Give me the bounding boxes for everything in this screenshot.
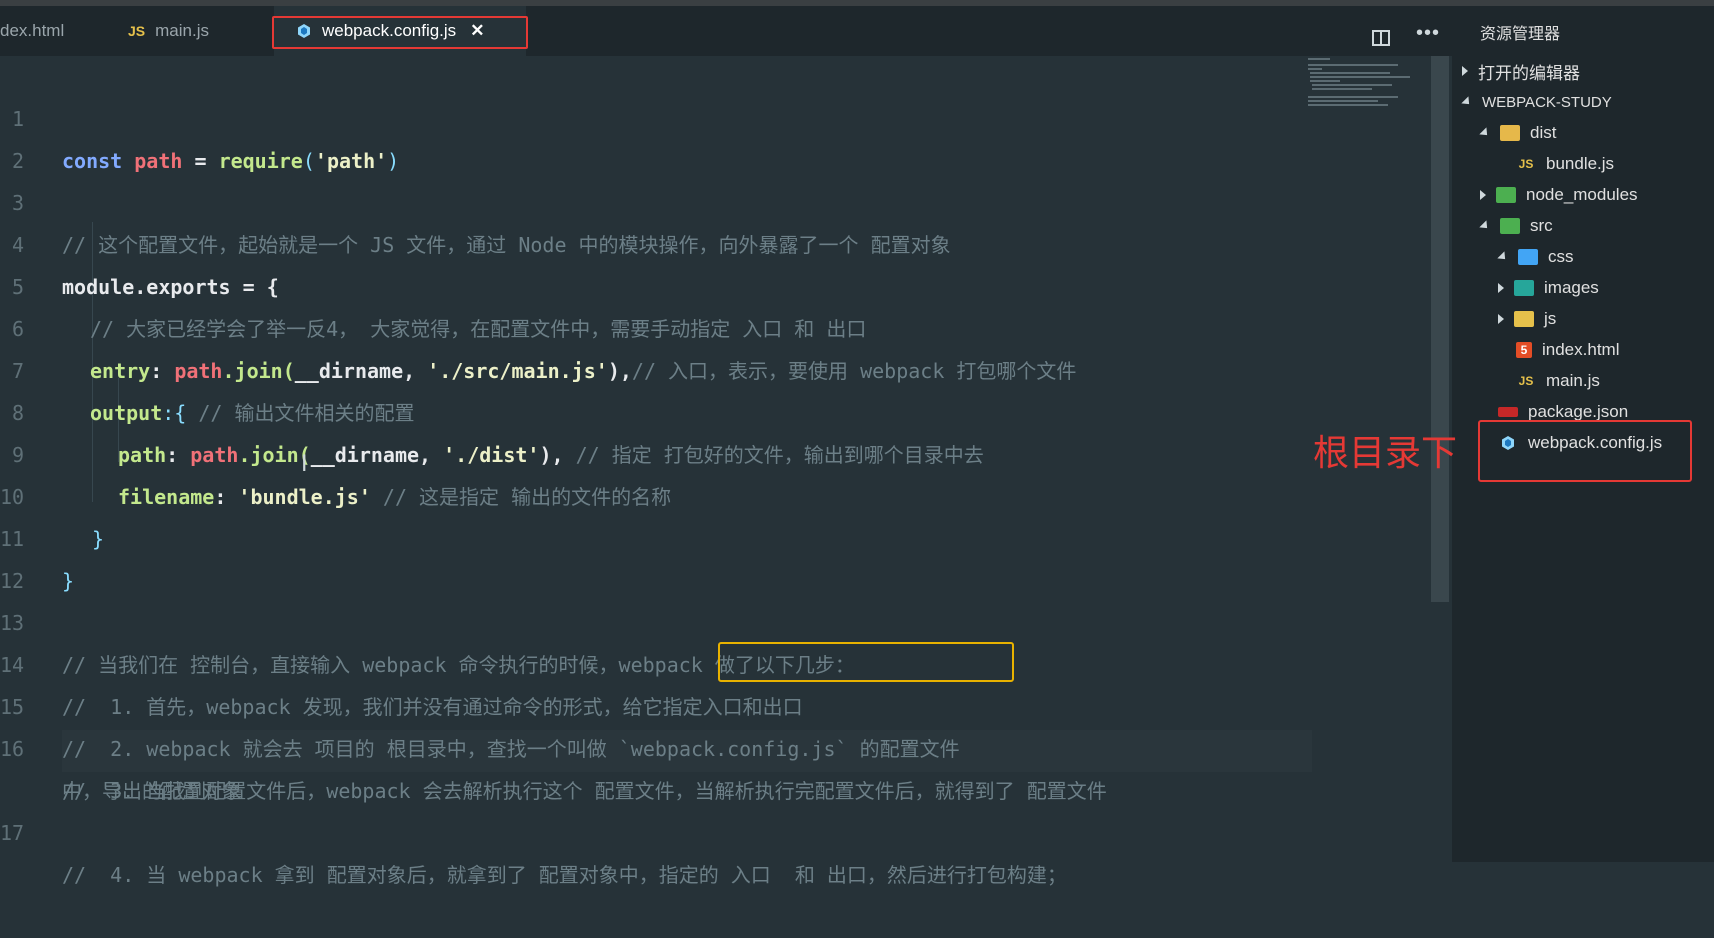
tree-item-label: dist <box>1530 123 1557 142</box>
tree-item-src[interactable]: src <box>1479 211 1553 241</box>
editor-tab-bar: dex.html JS main.js webpack.config.js ✕ … <box>0 6 1452 56</box>
section-label: 打开的编辑器 <box>1478 63 1580 83</box>
html-icon: 5 <box>1516 342 1532 358</box>
code-line: 8 path: path.join(__dirname, './dist'), … <box>0 350 1420 467</box>
tree-item-js[interactable]: js <box>1498 304 1556 334</box>
chevron-right-icon <box>1498 314 1504 324</box>
tree-item-images[interactable]: images <box>1498 273 1599 303</box>
tree-item-index-html[interactable]: 5 index.html <box>1516 335 1619 365</box>
tree-item-label: node_modules <box>1526 185 1638 204</box>
editor-scrollbar[interactable] <box>1431 56 1449 602</box>
code-editor[interactable]: 1 const path = require('path') 2 3 // 这个… <box>0 56 1452 887</box>
tree-item-main-js[interactable]: JS main.js <box>1516 366 1600 396</box>
tree-item-label: js <box>1544 309 1557 328</box>
js-icon: JS <box>1518 157 1534 171</box>
chevron-down-icon <box>1479 220 1491 232</box>
tree-item-dist[interactable]: dist <box>1479 118 1557 148</box>
section-label: WEBPACK-STUDY <box>1482 93 1612 111</box>
code-line: 2 <box>0 98 1420 173</box>
tree-item-node-modules[interactable]: node_modules <box>1480 180 1638 210</box>
chevron-right-icon <box>1498 283 1504 293</box>
code-line: 9 filename: 'bundle.js' // 这是指定 输出的文件的名称 <box>0 392 1420 509</box>
tab-label: main.js <box>155 21 209 40</box>
tab-label: dex.html <box>0 21 65 40</box>
split-editor-icon[interactable] <box>1372 30 1390 46</box>
chevron-right-icon <box>1462 66 1468 76</box>
code-line: 10 } <box>0 434 1420 551</box>
chevron-down-icon <box>1461 96 1473 108</box>
folder-icon <box>1514 280 1534 296</box>
minimap[interactable] <box>1308 56 1428 112</box>
code-line: 12 <box>0 518 1420 593</box>
code-line: 1 const path = require('path') <box>0 56 1420 173</box>
tab-index-html[interactable]: dex.html <box>0 6 110 56</box>
tree-item-label: bundle.js <box>1546 154 1615 173</box>
folder-icon <box>1500 125 1520 141</box>
root-directory-annotation: 根目录下 <box>1313 433 1458 474</box>
code-line: 5 // 大家已经学会了举一反4， 大家觉得，在配置文件中，需要手动指定 入口 … <box>0 224 1420 341</box>
tree-item-label: index.html <box>1542 340 1620 359</box>
tree-item-label: css <box>1548 247 1574 266</box>
tree-item-label: package.json <box>1528 402 1629 421</box>
code-line: 7 output:{ // 输出文件相关的配置 <box>0 308 1420 425</box>
more-actions-icon[interactable]: ••• <box>1416 22 1440 45</box>
tree-item-label: src <box>1530 216 1553 235</box>
tree-item-label: main.js <box>1546 371 1600 390</box>
comment: // 4. 当 webpack 拿到 配置对象后，就拿到了 配置对象中，指定的 … <box>62 863 1067 887</box>
npm-icon <box>1498 407 1518 417</box>
code-line: 4 module.exports = { <box>0 182 1420 299</box>
tree-item-bundle-js[interactable]: JS bundle.js <box>1516 149 1614 179</box>
tab-highlight-annotation <box>272 16 528 49</box>
code-line: 13 // 当我们在 控制台，直接输入 webpack 命令执行的时候，webp… <box>0 560 1420 677</box>
line-number: 17 <box>0 821 25 845</box>
chevron-down-icon <box>1479 127 1491 139</box>
code-line: 11 } <box>0 476 1420 593</box>
code-line: 16 // 3. 当找到配置文件后，webpack 会去解析执行这个 配置文件，… <box>0 686 1420 803</box>
code-line: 6 entry: path.join(__dirname, './src/mai… <box>0 266 1420 383</box>
code-line: 17 // 4. 当 webpack 拿到 配置对象后，就拿到了 配置对象中，指… <box>0 770 1420 887</box>
code-line: 15 // 2. webpack 就会去 项目的 根目录中，查找一个叫做 `we… <box>0 644 1420 761</box>
folder-icon <box>1518 249 1538 265</box>
tab-main-js[interactable]: JS main.js <box>128 6 248 56</box>
tree-item-css[interactable]: css <box>1497 242 1574 272</box>
code-line-wrapped: 中，导出的配置对象 <box>0 728 1420 803</box>
explorer-highlight-annotation <box>1478 420 1692 482</box>
explorer-title: 资源管理器 <box>1480 26 1561 43</box>
chevron-right-icon <box>1480 190 1486 200</box>
folder-icon <box>1500 218 1520 234</box>
text-cursor-icon: I <box>301 452 308 477</box>
open-editors-section[interactable]: 打开的编辑器 <box>1462 56 1580 86</box>
js-icon: JS <box>1518 374 1534 388</box>
filename-highlight-annotation <box>718 642 1014 682</box>
code-line: 14 // 1. 首先，webpack 发现，我们并没有通过命令的形式，给它指定… <box>0 602 1420 719</box>
folder-icon <box>1514 311 1534 327</box>
project-section[interactable]: WEBPACK-STUDY <box>1461 87 1612 117</box>
code-line: 3 // 这个配置文件，起始就是一个 JS 文件，通过 Node 中的模块操作，… <box>0 140 1420 257</box>
tree-item-label: images <box>1544 278 1599 297</box>
chevron-down-icon <box>1497 251 1509 263</box>
folder-icon <box>1496 187 1516 203</box>
js-icon: JS <box>128 23 146 39</box>
